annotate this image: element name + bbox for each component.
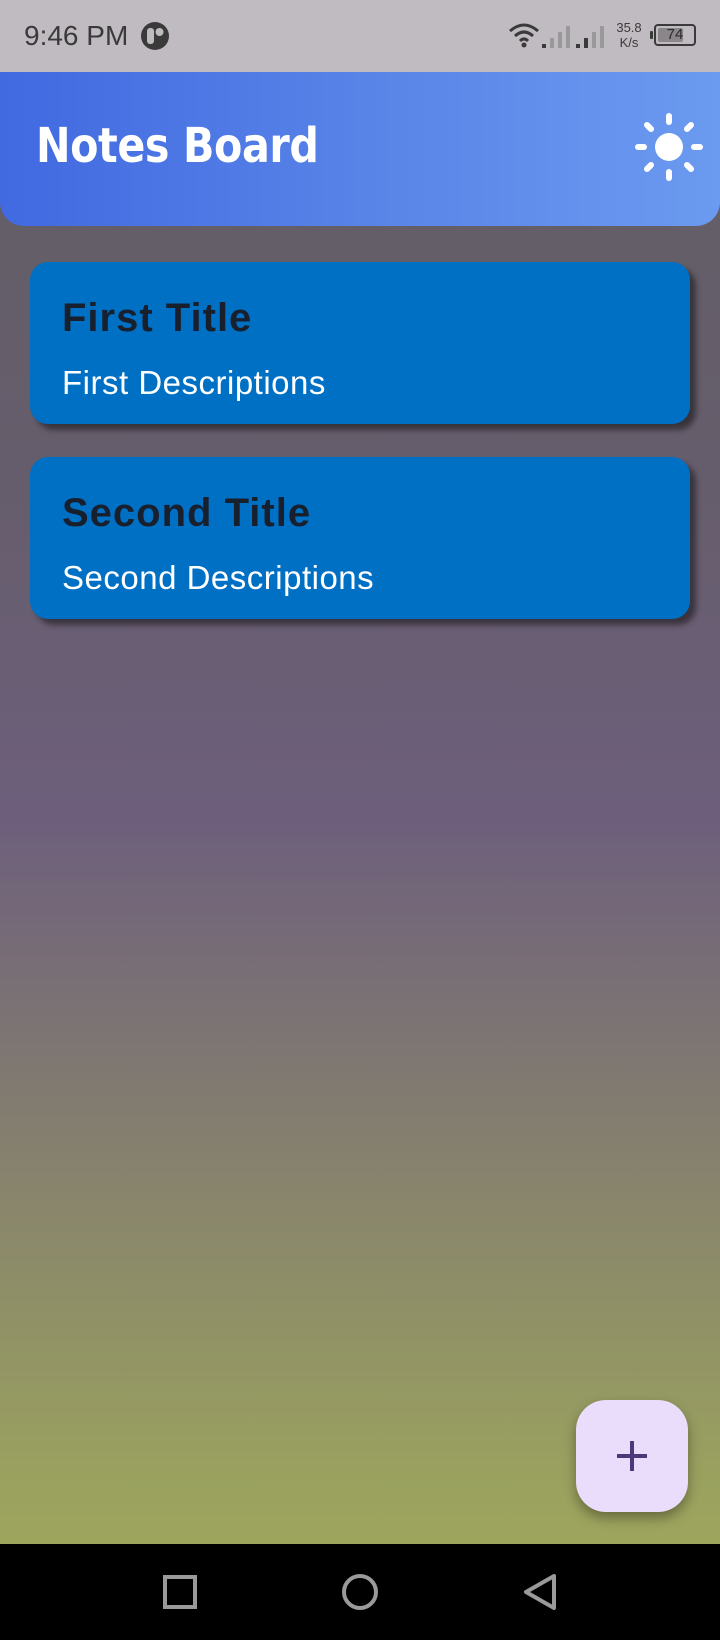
app-notification-icon xyxy=(141,22,169,50)
battery-icon: 74 xyxy=(650,24,696,48)
note-description: First Descriptions xyxy=(62,364,326,401)
note-card[interactable]: Second Title Second Descriptions xyxy=(30,457,690,619)
network-speed-unit: K/s xyxy=(619,35,639,50)
battery-tip xyxy=(650,31,653,39)
plus-icon xyxy=(617,1441,647,1471)
note-title: Second Title xyxy=(62,491,312,535)
recents-square-icon[interactable] xyxy=(162,1574,198,1610)
status-time: 9:46 PM xyxy=(24,20,129,51)
signal-icon xyxy=(542,26,570,48)
notes-list: First Title First Descriptions Second Ti… xyxy=(30,262,690,652)
network-speed-value: 35.8 xyxy=(616,20,642,35)
wifi-icon xyxy=(509,23,539,48)
status-bar: 9:46 PM 35.8 K/s 74 xyxy=(0,0,720,72)
note-card[interactable]: First Title First Descriptions xyxy=(30,262,690,424)
app-header: Notes Board xyxy=(0,72,720,226)
sun-icon xyxy=(635,113,703,181)
battery-level: 74 xyxy=(666,26,684,43)
back-triangle-icon[interactable] xyxy=(522,1572,558,1612)
note-title: First Title xyxy=(62,296,253,340)
signal-icon xyxy=(576,26,604,48)
note-description: Second Descriptions xyxy=(62,559,375,596)
home-circle-icon[interactable] xyxy=(340,1572,380,1612)
app-title: Notes Board xyxy=(36,118,319,174)
navigation-bar xyxy=(0,1544,720,1640)
add-note-button[interactable] xyxy=(576,1400,688,1512)
network-speed: 35.8 K/s xyxy=(614,20,644,50)
theme-toggle-button[interactable] xyxy=(634,112,704,182)
